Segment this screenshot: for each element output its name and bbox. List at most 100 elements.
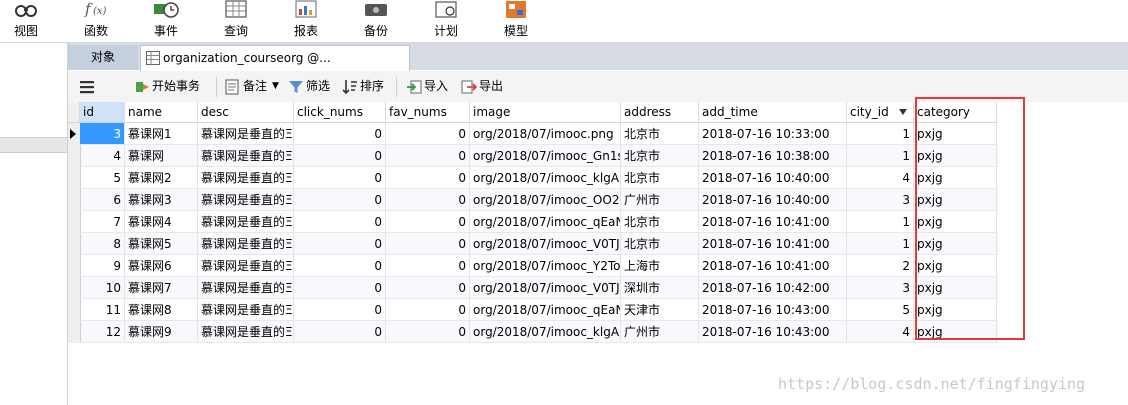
column-header-city-id[interactable]: city_id — [847, 102, 914, 122]
tab-table-data[interactable]: organization_courseorg @... — [140, 45, 410, 71]
ribbon-event-button[interactable]: 事件 — [148, 0, 184, 42]
cell-click-nums[interactable]: 0 — [294, 255, 386, 277]
cell-city-id[interactable]: 1 — [847, 123, 914, 145]
cell-desc[interactable]: 慕课网是垂直的Ξ — [198, 167, 294, 189]
cell-id[interactable]: 3 — [80, 123, 125, 145]
menu-button[interactable] — [79, 71, 95, 102]
ribbon-query-button[interactable]: 查询 — [218, 0, 254, 42]
cell-name[interactable]: 慕课网5 — [125, 233, 198, 255]
cell-city-id[interactable]: 3 — [847, 277, 914, 299]
cell-fav-nums[interactable]: 0 — [386, 167, 470, 189]
cell-fav-nums[interactable]: 0 — [386, 277, 470, 299]
cell-address[interactable]: 北京市 — [621, 233, 699, 255]
ribbon-view-button[interactable]: 视图 — [8, 0, 44, 42]
cell-fav-nums[interactable]: 0 — [386, 189, 470, 211]
cell-click-nums[interactable]: 0 — [294, 211, 386, 233]
cell-address[interactable]: 北京市 — [621, 211, 699, 233]
cell-add-time[interactable]: 2018-07-16 10:43:00 — [699, 321, 847, 343]
column-header-name[interactable]: name — [125, 102, 198, 122]
ribbon-model-button[interactable]: 模型 — [498, 0, 534, 42]
cell-add-time[interactable]: 2018-07-16 10:42:00 — [699, 277, 847, 299]
cell-image[interactable]: org/2018/07/imooc_V0TJt — [470, 233, 621, 255]
cell-add-time[interactable]: 2018-07-16 10:40:00 — [699, 167, 847, 189]
cell-add-time[interactable]: 2018-07-16 10:41:00 — [699, 211, 847, 233]
cell-city-id[interactable]: 1 — [847, 211, 914, 233]
cell-add-time[interactable]: 2018-07-16 10:41:00 — [699, 233, 847, 255]
table-row[interactable]: 4 慕课网 慕课网是垂直的Ξ 0 0 org/2018/07/imooc_Gn1s 北京市 2… — [68, 145, 998, 167]
cell-desc[interactable]: 慕课网是垂直的Ξ — [198, 255, 294, 277]
column-header-address[interactable]: address — [621, 102, 699, 122]
cell-image[interactable]: org/2018/07/imooc_Y2To — [470, 255, 621, 277]
column-header-image[interactable]: image — [470, 102, 621, 122]
table-row[interactable]: 6 慕课网3 慕课网是垂直的Ξ 0 0 org/2018/07/imooc_OO2t 广州市… — [68, 189, 998, 211]
cell-fav-nums[interactable]: 0 — [386, 211, 470, 233]
table-row[interactable]: 9 慕课网6 慕课网是垂直的Ξ 0 0 org/2018/07/imooc_Y2To 上海市… — [68, 255, 998, 277]
cell-id[interactable]: 8 — [80, 233, 125, 255]
cell-name[interactable]: 慕课网3 — [125, 189, 198, 211]
cell-click-nums[interactable]: 0 — [294, 145, 386, 167]
cell-add-time[interactable]: 2018-07-16 10:41:00 — [699, 255, 847, 277]
sort-button[interactable]: 排序 — [342, 71, 392, 102]
cell-id[interactable]: 12 — [80, 321, 125, 343]
table-row[interactable]: 8 慕课网5 慕课网是垂直的Ξ 0 0 org/2018/07/imooc_V0TJt 北京… — [68, 233, 998, 255]
cell-desc[interactable]: 慕课网是垂直的Ξ — [198, 277, 294, 299]
cell-name[interactable]: 慕课网6 — [125, 255, 198, 277]
cell-name[interactable]: 慕课网1 — [125, 123, 198, 145]
cell-image[interactable]: org/2018/07/imooc.png — [470, 123, 621, 145]
cell-name[interactable]: 慕课网 — [125, 145, 198, 167]
column-header-add-time[interactable]: add_time — [699, 102, 847, 122]
cell-id[interactable]: 9 — [80, 255, 125, 277]
cell-desc[interactable]: 慕课网是垂直的Ξ — [198, 299, 294, 321]
ribbon-function-button[interactable]: f (x) 函数 — [78, 0, 114, 42]
cell-add-time[interactable]: 2018-07-16 10:38:00 — [699, 145, 847, 167]
cell-add-time[interactable]: 2018-07-16 10:40:00 — [699, 189, 847, 211]
cell-fav-nums[interactable]: 0 — [386, 321, 470, 343]
cell-image[interactable]: org/2018/07/imooc_V0TJt — [470, 277, 621, 299]
cell-address[interactable]: 深圳市 — [621, 277, 699, 299]
export-button[interactable]: 导出 — [461, 71, 511, 102]
cell-city-id[interactable]: 4 — [847, 167, 914, 189]
cell-image[interactable]: org/2018/07/imooc_klgAl — [470, 167, 621, 189]
cell-desc[interactable]: 慕课网是垂直的Ξ — [198, 233, 294, 255]
table-row[interactable]: 12 慕课网9 慕课网是垂直的Ξ 0 0 org/2018/07/imooc_klgAl 广… — [68, 321, 998, 343]
cell-city-id[interactable]: 1 — [847, 233, 914, 255]
import-button[interactable]: 导入 — [406, 71, 456, 102]
cell-image[interactable]: org/2018/07/imooc_Gn1s — [470, 145, 621, 167]
cell-image[interactable]: org/2018/07/imooc_qEaN — [470, 299, 621, 321]
table-row[interactable]: 7 慕课网4 慕课网是垂直的Ξ 0 0 org/2018/07/imooc_qEaN 北京市… — [68, 211, 998, 233]
cell-add-time[interactable]: 2018-07-16 10:43:00 — [699, 299, 847, 321]
tab-objects[interactable]: 对象 — [68, 45, 138, 70]
column-header-desc[interactable]: desc — [198, 102, 294, 122]
cell-desc[interactable]: 慕课网是垂直的Ξ — [198, 211, 294, 233]
connection-navigator[interactable] — [0, 43, 68, 405]
cell-address[interactable]: 北京市 — [621, 145, 699, 167]
cell-click-nums[interactable]: 0 — [294, 233, 386, 255]
cell-fav-nums[interactable]: 0 — [386, 299, 470, 321]
cell-address[interactable]: 广州市 — [621, 321, 699, 343]
cell-city-id[interactable]: 3 — [847, 189, 914, 211]
cell-address[interactable]: 广州市 — [621, 189, 699, 211]
cell-add-time[interactable]: 2018-07-16 10:33:00 — [699, 123, 847, 145]
cell-desc[interactable]: 慕课网是垂直的Ξ — [198, 321, 294, 343]
column-header-click-nums[interactable]: click_nums — [294, 102, 386, 122]
cell-address[interactable]: 北京市 — [621, 167, 699, 189]
cell-id[interactable]: 6 — [80, 189, 125, 211]
cell-desc[interactable]: 慕课网是垂直的Ξ — [198, 123, 294, 145]
cell-id[interactable]: 4 — [80, 145, 125, 167]
column-header-fav-nums[interactable]: fav_nums — [386, 102, 470, 122]
cell-click-nums[interactable]: 0 — [294, 321, 386, 343]
cell-name[interactable]: 慕课网2 — [125, 167, 198, 189]
table-row[interactable]: 3 慕课网1 慕课网是垂直的Ξ 0 0 org/2018/07/imooc.png 北京市 2… — [68, 123, 998, 145]
cell-image[interactable]: org/2018/07/imooc_OO2t — [470, 189, 621, 211]
cell-click-nums[interactable]: 0 — [294, 299, 386, 321]
cell-id[interactable]: 7 — [80, 211, 125, 233]
ribbon-backup-button[interactable]: 备份 — [358, 0, 394, 42]
cell-id[interactable]: 5 — [80, 167, 125, 189]
cell-city-id[interactable]: 2 — [847, 255, 914, 277]
table-row[interactable]: 5 慕课网2 慕课网是垂直的Ξ 0 0 org/2018/07/imooc_klgAl 北京… — [68, 167, 998, 189]
column-header-id[interactable]: id — [80, 102, 125, 122]
ribbon-report-button[interactable]: 报表 — [288, 0, 324, 42]
navigator-selected-item[interactable] — [0, 137, 67, 153]
memo-button[interactable]: 备注 ▼ — [225, 71, 281, 102]
cell-fav-nums[interactable]: 0 — [386, 233, 470, 255]
